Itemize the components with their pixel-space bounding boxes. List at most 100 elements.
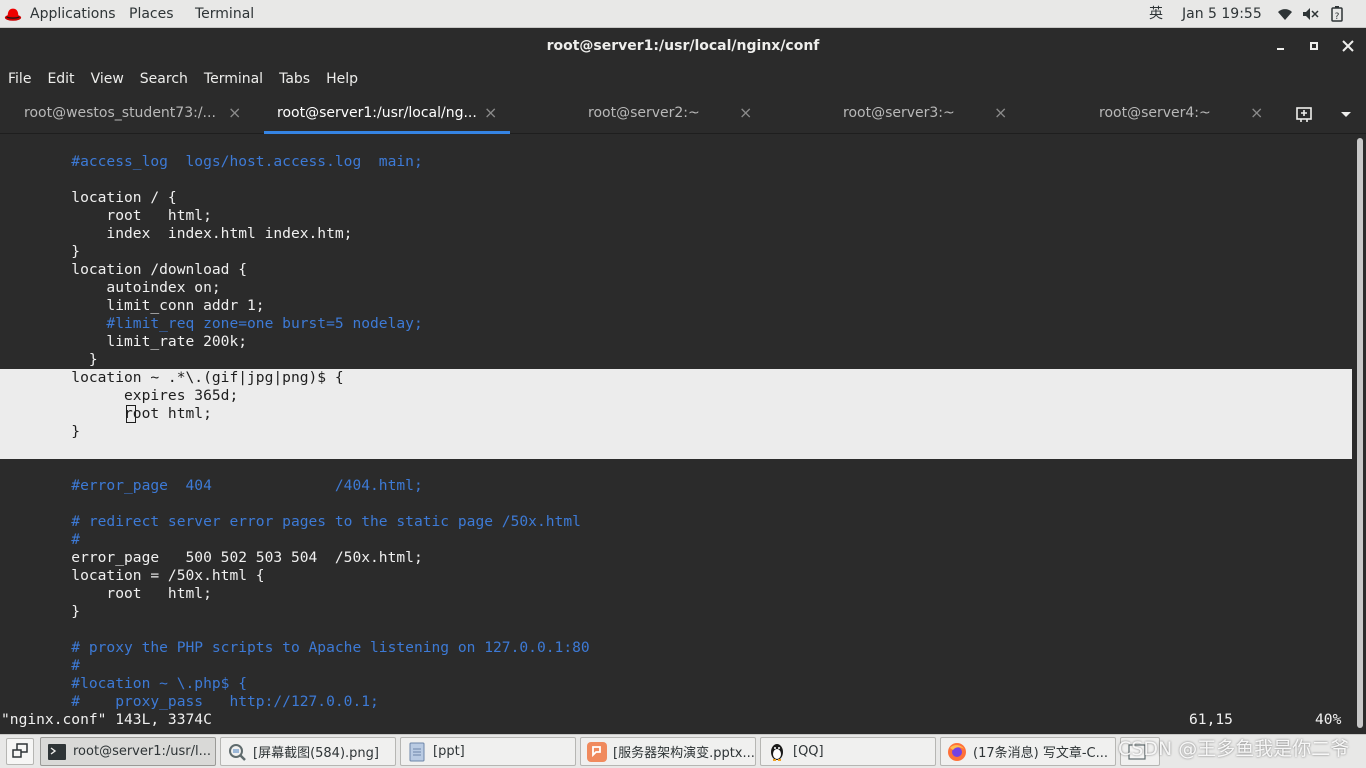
terminal-scrollbar[interactable] xyxy=(1356,134,1366,734)
wifi-icon[interactable] xyxy=(1276,0,1294,28)
qq-penguin-icon xyxy=(767,742,787,762)
maximize-button[interactable] xyxy=(1302,34,1326,58)
tab-label: root@westos_student73:/... xyxy=(24,105,216,121)
terminal-line: } xyxy=(1,351,98,368)
task-firefox[interactable]: (17条消息) 写文章-C... xyxy=(940,737,1116,766)
tab-close-icon[interactable]: × xyxy=(484,94,497,132)
new-tab-icon xyxy=(1296,107,1312,122)
system-status-area[interactable]: ? xyxy=(1276,0,1346,28)
terminal-line: # proxy the PHP scripts to Apache listen… xyxy=(1,639,590,656)
show-desktop-button[interactable] xyxy=(6,738,34,765)
power-icon[interactable]: ? xyxy=(1328,0,1346,28)
task-label: [QQ] xyxy=(793,744,824,759)
close-icon xyxy=(1342,40,1354,52)
terminal-line: # xyxy=(1,531,81,548)
window-title: root@server1:/usr/local/nginx/conf xyxy=(546,38,820,54)
image-viewer-icon xyxy=(227,742,247,762)
terminal-line: autoindex on; xyxy=(1,279,221,296)
task-terminal[interactable]: root@server1:/usr/l... xyxy=(40,737,216,766)
terminal-line: } xyxy=(1,423,81,440)
menu-edit[interactable]: Edit xyxy=(47,71,74,87)
tab-label: root@server3:~ xyxy=(843,105,955,121)
task-label: (17条消息) 写文章-C... xyxy=(973,746,1108,761)
terminal-line: location = /50x.html { xyxy=(1,567,265,584)
file-manager-icon xyxy=(407,742,427,762)
task-label: [ppt] xyxy=(433,744,465,759)
terminal-line: # redirect server error pages to the sta… xyxy=(1,513,581,530)
menu-help[interactable]: Help xyxy=(326,71,358,87)
menu-view[interactable]: View xyxy=(91,71,124,87)
terminal-line: expires 365d; xyxy=(1,387,239,404)
menu-search[interactable]: Search xyxy=(140,71,188,87)
terminal-line: root html; xyxy=(1,207,212,224)
redhat-icon xyxy=(4,8,22,21)
menu-bar: File Edit View Search Terminal Tabs Help xyxy=(0,64,1366,94)
tab-westos-student73[interactable]: root@westos_student73:/... × xyxy=(0,94,256,134)
terminal-line: } xyxy=(1,243,81,260)
terminal-line: # xyxy=(1,657,81,674)
csdn-watermark: CSDN @王多鱼我是你二爷 xyxy=(1118,738,1350,760)
task-qq[interactable]: [QQ] xyxy=(760,737,936,766)
terminal-view[interactable]: #access_log logs/host.access.log main; l… xyxy=(0,134,1356,734)
tab-server2[interactable]: root@server2:~ × xyxy=(510,94,766,134)
menu-terminal[interactable]: Terminal xyxy=(204,71,263,87)
terminal-line: error_page 500 502 503 504 /50x.html; xyxy=(1,549,423,566)
tab-label: root@server2:~ xyxy=(588,105,700,121)
vim-status-file: "nginx.conf" 143L, 3374C xyxy=(1,711,212,728)
terminal-line: location / { xyxy=(1,189,177,206)
tab-close-icon[interactable]: × xyxy=(994,94,1007,132)
terminal-line: #limit_req zone=one burst=5 nodelay; xyxy=(1,315,423,332)
tab-server4[interactable]: root@server4:~ × xyxy=(1022,94,1278,134)
volume-icon[interactable] xyxy=(1302,0,1320,28)
svg-text:?: ? xyxy=(1335,12,1340,22)
terminal-line: #access_log logs/host.access.log main; xyxy=(1,153,423,170)
task-label: root@server1:/usr/l... xyxy=(73,744,211,759)
tab-bar: root@westos_student73:/... × root@server… xyxy=(0,94,1366,134)
task-presentation[interactable]: [服务器架构演变.pptx... xyxy=(580,737,756,766)
terminal-icon xyxy=(47,742,67,762)
task-label: [服务器架构演变.pptx... xyxy=(613,746,755,761)
text-cursor xyxy=(126,405,136,423)
close-button[interactable] xyxy=(1336,34,1360,58)
chevron-down-icon xyxy=(1341,112,1351,117)
new-tab-button[interactable] xyxy=(1294,104,1316,124)
tab-server1[interactable]: root@server1:/usr/local/ng... × xyxy=(264,94,510,134)
tab-label: root@server4:~ xyxy=(1099,105,1211,121)
terminal-app-menu[interactable]: Terminal xyxy=(195,0,254,28)
window-titlebar[interactable]: root@server1:/usr/local/nginx/conf xyxy=(0,28,1366,64)
maximize-icon xyxy=(1310,42,1318,50)
tab-close-icon[interactable]: × xyxy=(228,94,241,132)
terminal-line: location /download { xyxy=(1,261,248,278)
tabs-dropdown-button[interactable] xyxy=(1338,104,1354,124)
places-menu[interactable]: Places xyxy=(129,0,174,28)
terminal-line: root html; xyxy=(1,585,212,602)
terminal-line: } xyxy=(1,603,81,620)
show-desktop-icon xyxy=(12,743,28,758)
tab-close-icon[interactable]: × xyxy=(1250,94,1263,132)
applications-menu[interactable]: Applications xyxy=(4,0,116,28)
presentation-icon xyxy=(587,741,607,762)
tab-label: root@server1:/usr/local/ng... xyxy=(277,105,477,121)
terminal-line: root html; xyxy=(1,405,212,422)
scrollbar-thumb[interactable] xyxy=(1357,138,1363,728)
minimize-button[interactable] xyxy=(1268,34,1292,58)
vim-cursor-position: 61,15 xyxy=(1189,711,1233,728)
input-method-indicator[interactable]: 英 xyxy=(1149,0,1163,28)
tab-close-icon[interactable]: × xyxy=(739,94,752,132)
task-file-manager[interactable]: [ppt] xyxy=(400,737,576,766)
minimize-icon xyxy=(1277,48,1284,50)
terminal-line: #location ~ \.php$ { xyxy=(1,675,248,692)
terminal-line: limit_conn addr 1; xyxy=(1,297,265,314)
menu-file[interactable]: File xyxy=(8,71,31,87)
applications-label: Applications xyxy=(30,6,116,22)
gnome-top-bar: Applications Places Terminal 英 Jan 5 19:… xyxy=(0,0,1366,28)
terminal-line: limit_rate 200k; xyxy=(1,333,248,350)
terminal-line: #error_page 404 /404.html; xyxy=(1,477,423,494)
terminal-line: # proxy_pass http://127.0.0.1; xyxy=(1,693,379,710)
clock[interactable]: Jan 5 19:55 xyxy=(1182,0,1262,28)
task-image-viewer[interactable]: [屏幕截图(584).png] xyxy=(220,737,396,766)
terminal-line: index index.html index.htm; xyxy=(1,225,353,242)
task-label: [屏幕截图(584).png] xyxy=(253,746,379,761)
tab-server3[interactable]: root@server3:~ × xyxy=(766,94,1022,134)
menu-tabs[interactable]: Tabs xyxy=(279,71,310,87)
